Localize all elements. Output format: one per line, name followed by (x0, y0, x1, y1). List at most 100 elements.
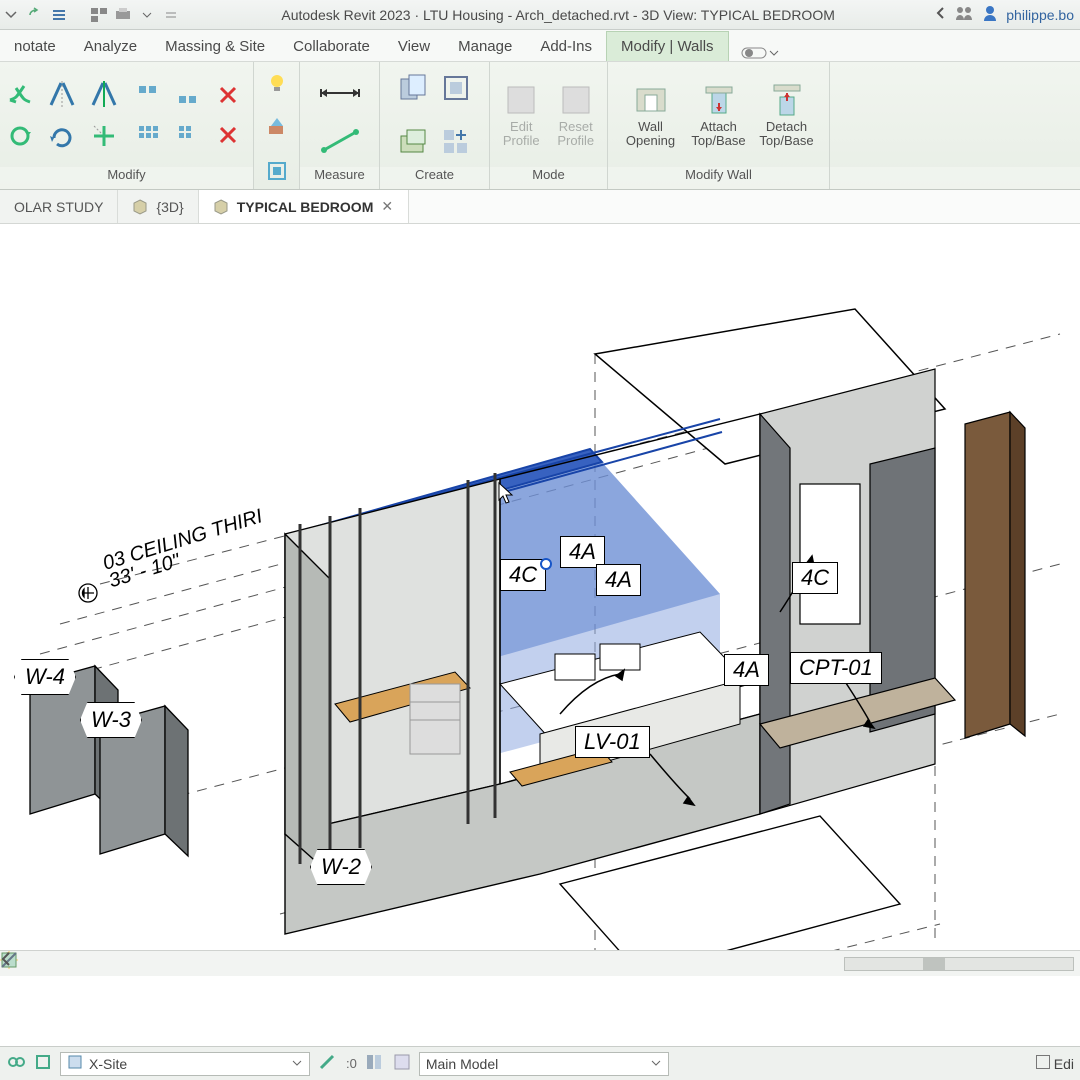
delete-icon[interactable] (211, 118, 245, 152)
design-options-icon[interactable] (393, 1053, 411, 1074)
similar-icon[interactable] (439, 124, 473, 158)
material-tag[interactable]: LV-01 (575, 726, 650, 758)
paint-icon[interactable] (260, 110, 294, 144)
people-icon[interactable] (954, 5, 974, 24)
view-tab[interactable]: TYPICAL BEDROOM ✕ (199, 190, 409, 223)
view-tab-label: TYPICAL BEDROOM (237, 199, 374, 215)
editable-only-checkbox[interactable]: Edi (1036, 1055, 1074, 1072)
mirror-axis-icon[interactable] (87, 77, 121, 111)
shape-handle-icon[interactable] (538, 556, 554, 572)
ribbon-tab-annotate[interactable]: notate (0, 32, 70, 61)
rotate-icon[interactable] (45, 119, 79, 153)
attach-icon (701, 82, 737, 118)
user-icon[interactable] (982, 5, 998, 24)
crop-visible-icon[interactable] (188, 954, 208, 974)
chevron-down-icon (291, 1056, 303, 1072)
shadows-icon[interactable] (110, 954, 130, 974)
close-icon[interactable]: ✕ (381, 198, 393, 215)
edit-profile-icon (503, 82, 539, 118)
print-icon[interactable] (114, 6, 132, 24)
panel-view: View (254, 62, 300, 189)
attach-top-base-button[interactable]: Attach Top/Base (687, 78, 751, 151)
view-tab-label: OLAR STUDY (14, 199, 103, 215)
measure-icon[interactable] (323, 124, 357, 158)
visual-style-icon[interactable] (58, 954, 78, 974)
editable-icon[interactable] (318, 1053, 338, 1074)
rotate-icon[interactable] (3, 119, 37, 153)
button-label: Reset Profile (557, 120, 594, 147)
forward-icon[interactable] (26, 6, 44, 24)
mirror-icon[interactable] (45, 77, 79, 111)
viewport-3d[interactable]: 03 CEILING THIRI 33' - 10" W-4 W-3 W-2 4… (0, 224, 1080, 1010)
ribbon-tab-manage[interactable]: Manage (444, 32, 526, 61)
button-label: Wall Opening (626, 120, 675, 147)
list-icon[interactable] (50, 6, 68, 24)
chevron-left-icon[interactable] (344, 954, 364, 974)
window-tag[interactable]: W-4 (14, 659, 76, 695)
user-name[interactable]: philippe.bo (1006, 7, 1074, 23)
status-bar: X-Site :0 Main Model Edi (0, 1046, 1080, 1080)
lock-icon[interactable] (214, 954, 234, 974)
analytical-icon[interactable] (318, 954, 338, 974)
ribbon: Modify View Measure Create Edi (0, 62, 1080, 190)
window-title: Autodesk Revit 2023 · LTU Housing - Arch… (180, 7, 936, 23)
link-icon[interactable] (34, 1053, 52, 1074)
dropdown-icon[interactable] (138, 6, 156, 24)
cut-icon[interactable] (3, 77, 37, 111)
lightbulb-icon[interactable] (260, 66, 294, 100)
temp-hide-icon[interactable] (240, 954, 260, 974)
back-icon[interactable] (936, 6, 946, 23)
material-tag[interactable]: 4C (792, 562, 838, 594)
detach-top-base-button[interactable]: Detach Top/Base (755, 78, 819, 151)
ribbon-tab-analyze[interactable]: Analyze (70, 32, 151, 61)
material-tag[interactable]: 4A (724, 654, 769, 686)
workset-combo[interactable]: X-Site (60, 1052, 310, 1076)
thumbnail-icon[interactable] (90, 6, 108, 24)
dimension-icon[interactable] (323, 76, 357, 110)
group-icon[interactable] (397, 71, 431, 105)
workset-icon (67, 1054, 83, 1073)
panel-measure: Measure (300, 62, 380, 189)
material-tag[interactable]: CPT-01 (790, 652, 882, 684)
array-icon[interactable] (171, 118, 205, 152)
button-label: Edit Profile (503, 120, 540, 147)
ribbon-tab-massing[interactable]: Massing & Site (151, 32, 279, 61)
ribbon-tab-view[interactable]: View (384, 32, 444, 61)
sun-path-icon[interactable] (84, 954, 104, 974)
worksharing-icon[interactable] (292, 954, 312, 974)
overflow-icon[interactable] (162, 6, 180, 24)
render-icon[interactable] (136, 954, 156, 974)
crop-icon[interactable] (162, 954, 182, 974)
button-label: Detach Top/Base (759, 120, 813, 147)
material-tag[interactable]: 4A (596, 564, 641, 596)
dropdown-icon[interactable] (2, 6, 20, 24)
ribbon-toggle-icon[interactable] (741, 45, 779, 61)
ribbon-tab-collaborate[interactable]: Collaborate (279, 32, 384, 61)
window-tag[interactable]: W-2 (310, 849, 372, 885)
paint-icon[interactable] (260, 154, 294, 188)
detail-level-icon[interactable] (32, 954, 52, 974)
parts-icon[interactable] (397, 124, 431, 158)
design-option-combo[interactable]: Main Model (419, 1052, 669, 1076)
trim-icon[interactable] (87, 119, 121, 153)
horizontal-scrollbar[interactable] (844, 957, 1074, 971)
panel-modify-wall: Wall Opening Attach Top/Base Detach Top/… (608, 62, 830, 189)
detach-icon (769, 82, 805, 118)
wall-opening-button[interactable]: Wall Opening (619, 78, 683, 151)
view-tab[interactable]: OLAR STUDY (0, 190, 118, 223)
ribbon-tab-addins[interactable]: Add-Ins (526, 32, 606, 61)
quick-access-toolbar (0, 6, 180, 24)
reveal-icon[interactable] (266, 954, 286, 974)
delete-icon[interactable] (211, 78, 245, 112)
window-tag[interactable]: W-3 (80, 702, 142, 738)
offset-icon[interactable] (171, 78, 205, 112)
cursor-icon (498, 482, 514, 504)
view-tab[interactable]: {3D} (118, 190, 198, 223)
ribbon-tab-modify-walls[interactable]: Modify | Walls (606, 31, 729, 61)
link-icon[interactable] (6, 1053, 26, 1074)
assembly-icon[interactable] (439, 71, 473, 105)
align-icon[interactable] (131, 78, 165, 112)
design-options-icon[interactable] (365, 1053, 385, 1074)
view-tab-label: {3D} (156, 199, 183, 215)
array-icon[interactable] (131, 118, 165, 152)
